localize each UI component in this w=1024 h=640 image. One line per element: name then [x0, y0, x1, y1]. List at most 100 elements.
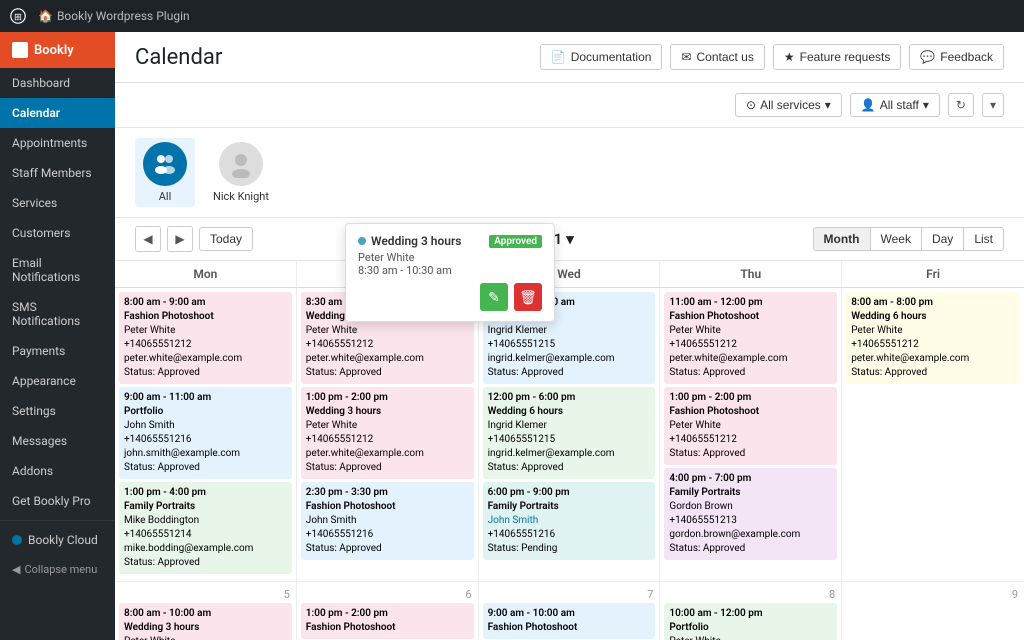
contact-us-button[interactable]: ✉ Contact us	[670, 44, 764, 70]
more-icon: ▾	[990, 98, 996, 112]
popup-dot	[358, 237, 366, 245]
list-item[interactable]: 4:00 pm - 7:00 pm Family Portraits Gordo…	[664, 468, 837, 560]
staff-all-avatar	[143, 142, 187, 186]
list-item[interactable]: 10:00 am - 12:00 pm Portfolio Peter Whit…	[664, 603, 837, 640]
next-month-button[interactable]: ▶	[167, 226, 193, 252]
next-icon: ▶	[175, 232, 184, 246]
calendar-row-2: 5 8:00 am - 10:00 am Wedding 3 hours Pet…	[115, 582, 1024, 640]
sidebar-item-payments[interactable]: Payments	[0, 336, 115, 366]
list-item[interactable]: 8:00 am - 8:00 pm Wedding 6 hours Peter …	[846, 292, 1020, 384]
brand-label: Bookly	[34, 43, 74, 58]
list-item[interactable]: 6:00 pm - 9:00 pm Family Portraits John …	[483, 482, 656, 560]
sidebar-item-sms-notifications[interactable]: SMS Notifications	[0, 292, 115, 336]
popup-event-title: Wedding 3 hours	[371, 234, 461, 248]
contact-label: Contact us	[696, 50, 753, 64]
list-item[interactable]: 1:00 pm - 2:00 pm Wedding 3 hours Peter …	[301, 387, 474, 479]
list-view-button[interactable]: List	[963, 227, 1004, 251]
cloud-label: Bookly Cloud	[28, 533, 98, 547]
list-item[interactable]: 8:00 am - 9:00 am Fashion Photoshoot Pet…	[119, 292, 292, 384]
sidebar-item-settings[interactable]: Settings	[0, 396, 115, 426]
cell-fri-1: 8:00 am - 8:00 pm Wedding 6 hours Peter …	[842, 288, 1024, 582]
documentation-icon: 📄	[551, 50, 566, 64]
calendar-row-1: 8:00 am - 9:00 am Fashion Photoshoot Pet…	[115, 288, 1024, 582]
cloud-dot	[12, 535, 22, 545]
prev-icon: ◀	[143, 232, 152, 246]
all-services-label: All services	[760, 98, 821, 112]
collapse-menu-btn[interactable]: ◀ Collapse menu	[0, 555, 115, 584]
sidebar-item-messages[interactable]: Messages	[0, 426, 115, 456]
list-item[interactable]: 12:00 pm - 6:00 pm Wedding 6 hours Ingri…	[483, 387, 656, 479]
feature-icon: ★	[784, 50, 795, 64]
refresh-button[interactable]: ↻	[948, 93, 974, 117]
list-item[interactable]: 11:00 am - 12:00 pm Fashion Photoshoot P…	[664, 292, 837, 384]
feedback-label: Feedback	[940, 50, 993, 64]
list-item[interactable]: 1:00 pm - 2:00 pm Fashion Photoshoot Pet…	[664, 387, 837, 465]
sidebar-item-calendar[interactable]: Calendar	[0, 98, 115, 128]
collapse-icon: ◀	[12, 563, 20, 576]
list-item[interactable]: 9:00 am - 11:00 am Portfolio John Smith …	[119, 387, 292, 479]
chevron-down-icon: ▾	[825, 98, 831, 112]
site-name[interactable]: 🏠 Bookly Wordpress Plugin	[38, 9, 190, 23]
feedback-icon: 💬	[920, 50, 935, 64]
sidebar-item-addons[interactable]: Addons	[0, 456, 115, 486]
list-item[interactable]: 9:00 am - 10:00 am Fashion Photoshoot	[483, 603, 656, 639]
sidebar-cloud[interactable]: Bookly Cloud	[0, 525, 115, 555]
list-item[interactable]: 1:00 pm - 2:00 pm Fashion Photoshoot	[301, 603, 474, 639]
cell-wed-1: 9:00 am - 11:00 am Portfolio Ingrid Klem…	[479, 288, 661, 582]
sidebar-item-staff-members[interactable]: Staff Members	[0, 158, 115, 188]
cell-tue-1: 8:30 am - 10:30 am Wedding 3 hours Peter…	[297, 288, 479, 582]
day-view-button[interactable]: Day	[921, 227, 964, 251]
all-services-dropdown[interactable]: ⊙ All services ▾	[735, 93, 842, 117]
today-button[interactable]: Today	[199, 227, 253, 251]
brand-icon	[12, 42, 28, 58]
month-chevron-icon: ▾	[566, 230, 574, 248]
sidebar-item-dashboard[interactable]: Dashboard	[0, 68, 115, 98]
contact-icon: ✉	[681, 50, 691, 64]
day-headers: Mon Tue Wed Thu Fri	[115, 261, 1024, 288]
header-thu: Thu	[660, 261, 842, 287]
popup-title-row: Wedding 3 hours Approved	[358, 234, 542, 248]
sidebar-brand[interactable]: Bookly	[0, 32, 115, 68]
admin-top-bar: ⊞ 🏠 Bookly Wordpress Plugin	[0, 0, 1024, 32]
header-mon: Mon	[115, 261, 297, 287]
sidebar-item-appointments[interactable]: Appointments	[0, 128, 115, 158]
prev-month-button[interactable]: ◀	[135, 226, 161, 252]
calendar-nav: ◀ ▶ Today Wedding 3 hours Approved Peter…	[115, 218, 1024, 261]
event-popup: Wedding 3 hours Approved Peter White 8:3…	[345, 223, 555, 322]
week-view-button[interactable]: Week	[870, 227, 922, 251]
services-icon: ⊙	[746, 98, 756, 112]
popup-person: Peter White	[358, 251, 542, 264]
calendar-grid: Mon Tue Wed Thu Fri 8:00 am - 9:00 am Fa…	[115, 261, 1024, 640]
calendar-toolbar: ⊙ All services ▾ 👤 All staff ▾ ↻ ▾	[115, 83, 1024, 128]
sidebar-item-email-notifications[interactable]: Email Notifications	[0, 248, 115, 292]
sidebar-item-customers[interactable]: Customers	[0, 218, 115, 248]
more-options-button[interactable]: ▾	[982, 93, 1004, 117]
feedback-button[interactable]: 💬 Feedback	[909, 44, 1004, 70]
sidebar-divider	[0, 520, 115, 521]
list-item[interactable]: 2:30 pm - 3:30 pm Fashion Photoshoot Joh…	[301, 482, 474, 560]
list-item[interactable]: 8:00 am - 10:00 am Wedding 3 hours Peter…	[119, 603, 292, 640]
sidebar-item-get-pro[interactable]: Get Bookly Pro	[0, 486, 115, 516]
all-staff-label: All staff	[880, 98, 919, 112]
staff-nick-card[interactable]: Nick Knight	[205, 138, 277, 207]
sidebar-item-appearance[interactable]: Appearance	[0, 366, 115, 396]
popup-actions: ✎ 🗑	[358, 283, 542, 311]
staff-all-card[interactable]: All	[135, 138, 195, 207]
all-staff-dropdown[interactable]: 👤 All staff ▾	[850, 93, 940, 117]
documentation-button[interactable]: 📄 Documentation	[540, 44, 663, 70]
documentation-label: Documentation	[571, 50, 652, 64]
list-item[interactable]: 1:00 pm - 4:00 pm Family Portraits Mike …	[119, 482, 292, 574]
main-content: Calendar 📄 Documentation ✉ Contact us ★ …	[115, 32, 1024, 640]
feature-requests-button[interactable]: ★ Feature requests	[773, 44, 901, 70]
wp-logo: ⊞	[10, 8, 26, 24]
popup-edit-button[interactable]: ✎	[480, 283, 508, 311]
sidebar-item-services[interactable]: Services	[0, 188, 115, 218]
header-fri: Fri	[842, 261, 1024, 287]
popup-delete-button[interactable]: 🗑	[514, 283, 542, 311]
popup-time: 8:30 am - 10:30 am	[358, 264, 542, 277]
month-view-button[interactable]: Month	[813, 227, 871, 251]
popup-status-badge: Approved	[489, 235, 542, 248]
collapse-label: Collapse menu	[24, 563, 97, 576]
staff-nick-avatar	[219, 142, 263, 186]
staff-icon: 👤	[861, 98, 876, 112]
